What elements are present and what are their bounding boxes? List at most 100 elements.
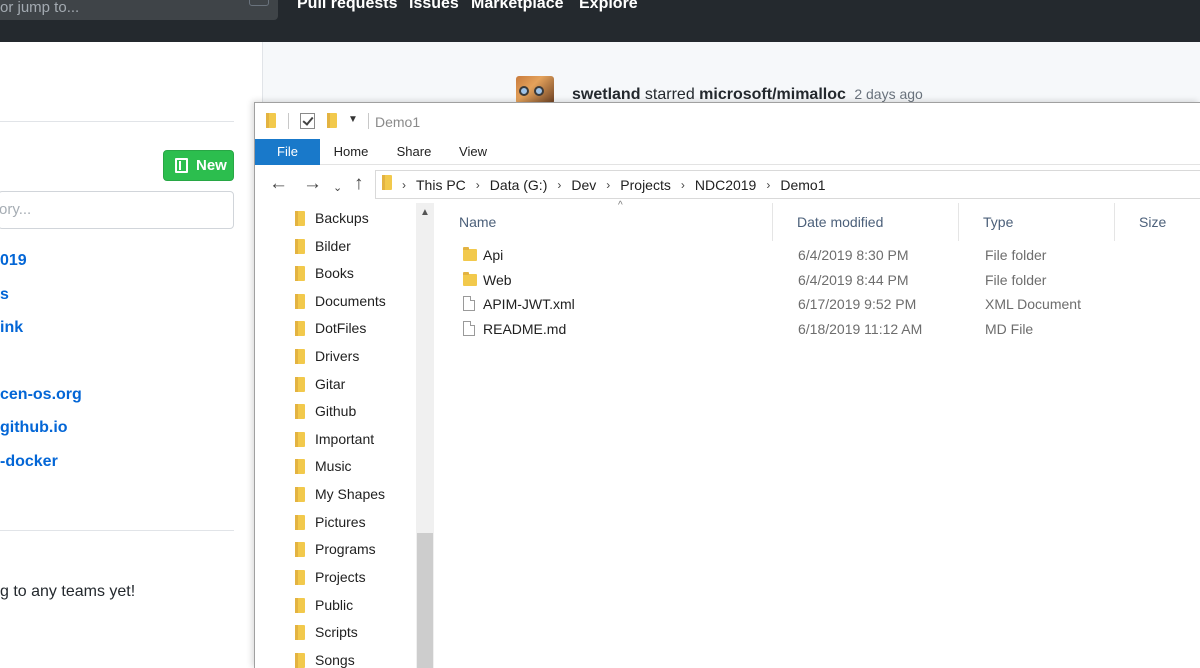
file-name: Api bbox=[483, 247, 504, 263]
navigation-pane: Backups Bilder Books Documents DotFiles … bbox=[255, 203, 435, 668]
folder-icon bbox=[295, 293, 305, 309]
nav-item-songs[interactable]: Songs bbox=[295, 649, 355, 668]
folder-icon bbox=[463, 272, 477, 291]
tab-view[interactable]: View bbox=[453, 139, 493, 165]
nav-item-programs[interactable]: Programs bbox=[295, 538, 376, 560]
column-header-size[interactable]: Size bbox=[1115, 203, 1200, 241]
file-row[interactable]: Api 6/4/2019 8:30 PM File folder bbox=[435, 243, 1200, 267]
breadcrumb-item[interactable]: Projects bbox=[620, 177, 671, 193]
forward-arrow-icon[interactable]: → bbox=[303, 174, 322, 194]
file-name: README.md bbox=[483, 321, 567, 337]
chevron-right-icon[interactable]: › bbox=[402, 178, 406, 192]
nav-pull-requests[interactable]: Pull requests bbox=[297, 0, 397, 13]
nav-item-dotfiles[interactable]: DotFiles bbox=[295, 317, 366, 339]
nav-marketplace[interactable]: Marketplace bbox=[471, 0, 564, 13]
divider bbox=[0, 530, 234, 531]
column-header-name[interactable]: Name bbox=[435, 203, 773, 241]
nav-item-books[interactable]: Books bbox=[295, 262, 354, 284]
repo-link[interactable]: github.io bbox=[0, 419, 68, 437]
customize-dropdown-icon[interactable]: ▼ bbox=[348, 114, 358, 125]
chevron-right-icon[interactable]: › bbox=[476, 178, 480, 192]
properties-check-icon[interactable] bbox=[300, 113, 315, 129]
nav-explore[interactable]: Explore bbox=[579, 0, 638, 13]
new-repo-button[interactable]: New bbox=[163, 150, 234, 181]
column-header-date-modified[interactable]: Date modified bbox=[773, 203, 959, 241]
nav-item-label: Gitar bbox=[315, 376, 346, 392]
nav-item-label: Programs bbox=[315, 541, 376, 557]
new-repo-label: New bbox=[196, 157, 227, 174]
file-type: XML Document bbox=[985, 296, 1081, 312]
repo-link[interactable]: cen-os.org bbox=[0, 386, 82, 404]
file-date: 6/4/2019 8:44 PM bbox=[798, 272, 909, 288]
file-name: Web bbox=[483, 272, 512, 288]
separator bbox=[368, 113, 369, 129]
column-header-type[interactable]: Type bbox=[959, 203, 1115, 241]
file-row[interactable]: Web 6/4/2019 8:44 PM File folder bbox=[435, 268, 1200, 292]
repo-link[interactable]: s bbox=[0, 286, 9, 304]
folder-icon bbox=[463, 247, 477, 266]
nav-item-scripts[interactable]: Scripts bbox=[295, 621, 358, 643]
nav-item-pictures[interactable]: Pictures bbox=[295, 511, 366, 533]
nav-item-bilder[interactable]: Bilder bbox=[295, 235, 351, 257]
nav-item-github[interactable]: Github bbox=[295, 400, 356, 422]
nav-item-gitar[interactable]: Gitar bbox=[295, 373, 345, 395]
folder-icon bbox=[295, 320, 305, 336]
nav-item-public[interactable]: Public bbox=[295, 594, 353, 616]
nav-item-label: Documents bbox=[315, 293, 386, 309]
file-list: ^ Name Date modified Type Size Api 6/4/2… bbox=[435, 200, 1200, 668]
tab-home[interactable]: Home bbox=[327, 139, 375, 165]
tab-file[interactable]: File bbox=[255, 139, 320, 165]
repo-link[interactable]: -docker bbox=[0, 453, 58, 471]
nav-item-label: Backups bbox=[315, 210, 369, 226]
repo-link[interactable]: ink bbox=[0, 319, 23, 337]
nav-pane-scrollbar[interactable]: ▲ bbox=[416, 203, 434, 668]
breadcrumb-item[interactable]: This PC bbox=[416, 177, 466, 193]
nav-item-documents[interactable]: Documents bbox=[295, 290, 386, 312]
nav-item-music[interactable]: Music bbox=[295, 455, 352, 477]
recent-locations-chevron-icon[interactable]: ⌄ bbox=[333, 178, 342, 198]
nav-item-label: Projects bbox=[315, 569, 366, 585]
github-search-input[interactable]: or jump to... / bbox=[0, 0, 278, 20]
nav-item-drivers[interactable]: Drivers bbox=[295, 345, 359, 367]
activity-user-link[interactable]: swetland bbox=[572, 86, 640, 103]
nav-issues[interactable]: Issues bbox=[409, 0, 459, 13]
chevron-right-icon[interactable]: › bbox=[681, 178, 685, 192]
file-name: APIM-JWT.xml bbox=[483, 296, 575, 312]
nav-item-my-shapes[interactable]: My Shapes bbox=[295, 483, 385, 505]
folder-icon bbox=[295, 238, 305, 254]
folder-icon bbox=[295, 210, 305, 226]
new-folder-icon[interactable] bbox=[327, 113, 337, 133]
activity-repo-link[interactable]: microsoft/mimalloc bbox=[699, 86, 846, 103]
nav-item-projects[interactable]: Projects bbox=[295, 566, 366, 588]
nav-item-backups[interactable]: Backups bbox=[295, 207, 369, 229]
title-bar: ▼ Demo1 bbox=[255, 103, 1200, 139]
back-arrow-icon[interactable]: ← bbox=[269, 174, 288, 194]
nav-item-important[interactable]: Important bbox=[295, 428, 374, 450]
nav-item-label: DotFiles bbox=[315, 320, 367, 336]
chevron-right-icon[interactable]: › bbox=[557, 178, 561, 192]
chevron-right-icon[interactable]: › bbox=[766, 178, 770, 192]
avatar[interactable] bbox=[516, 76, 554, 104]
folder-icon bbox=[295, 458, 305, 474]
folder-icon bbox=[295, 265, 305, 281]
folder-icon bbox=[295, 624, 305, 640]
repo-filter-input[interactable]: ory... bbox=[0, 191, 234, 229]
folder-icon bbox=[266, 113, 276, 133]
address-bar[interactable]: › This PC › Data (G:) › Dev › Projects ›… bbox=[375, 170, 1200, 199]
scroll-up-arrow-icon[interactable]: ▲ bbox=[420, 207, 430, 218]
breadcrumb-item[interactable]: Data (G:) bbox=[490, 177, 548, 193]
folder-icon bbox=[295, 403, 305, 419]
up-arrow-icon[interactable]: ↑ bbox=[354, 174, 364, 194]
tab-share[interactable]: Share bbox=[391, 139, 437, 165]
file-row[interactable]: APIM-JWT.xml 6/17/2019 9:52 PM XML Docum… bbox=[435, 292, 1200, 316]
breadcrumb-item[interactable]: NDC2019 bbox=[695, 177, 756, 193]
folder-icon bbox=[295, 514, 305, 530]
repo-link[interactable]: 019 bbox=[0, 252, 27, 270]
breadcrumb-item[interactable]: Demo1 bbox=[780, 177, 825, 193]
folder-icon bbox=[295, 486, 305, 502]
chevron-right-icon[interactable]: › bbox=[606, 178, 610, 192]
breadcrumb-item[interactable]: Dev bbox=[571, 177, 596, 193]
nav-item-label: Bilder bbox=[315, 238, 351, 254]
scrollbar-thumb[interactable] bbox=[417, 533, 433, 668]
file-row[interactable]: README.md 6/18/2019 11:12 AM MD File bbox=[435, 317, 1200, 341]
